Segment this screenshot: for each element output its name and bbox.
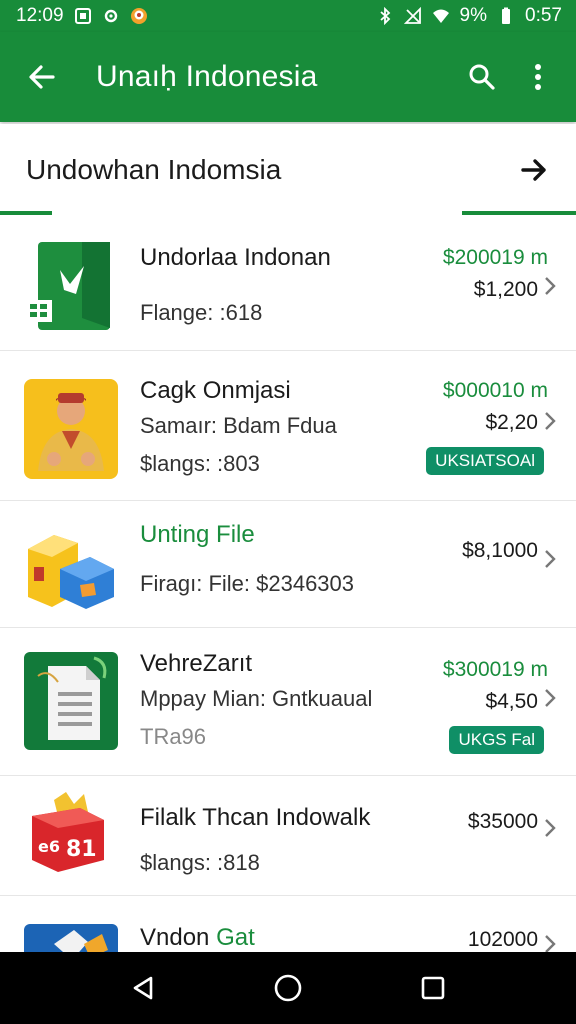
price-bottom: $35000 — [467, 810, 538, 833]
price-top: $200019 m — [442, 246, 548, 269]
item-price: $35000 — [468, 810, 548, 834]
chevron-right-icon — [545, 819, 556, 837]
back-button[interactable] — [22, 57, 62, 97]
price-bottom: 102000 — [467, 928, 538, 951]
chevron-right-icon — [545, 277, 556, 295]
app-bar: Unaıḥ Indonesia — [0, 32, 576, 122]
item-price: $8,1000 — [462, 539, 548, 563]
bluetooth-icon — [379, 7, 390, 25]
item-text: Undorlaa Indonan Flange: :618 — [140, 244, 426, 326]
item-price: 102000 — [468, 928, 548, 952]
avatar-icon — [130, 8, 147, 24]
nav-recents-icon — [422, 976, 445, 1000]
nav-home-button[interactable] — [264, 964, 312, 1012]
item-name: Filalk Thcan Indowalk — [140, 804, 371, 831]
item-name: Unting File — [140, 521, 255, 548]
price-top: $300019 m — [442, 658, 548, 681]
item-name-part1: Vndon — [140, 924, 210, 951]
arrow-back-icon — [29, 65, 55, 89]
item-detail: Mppay Mian: Gntkuaual — [140, 686, 373, 711]
item-name-part2: Gat — [209, 924, 255, 951]
item-name: Cagk Onmjasi — [140, 377, 291, 404]
boxes-icon — [28, 535, 114, 609]
status-time-left: 12:09 — [16, 5, 64, 26]
nav-back-button[interactable] — [119, 964, 167, 1012]
item-detail: Samaır: Bdam Fdua — [140, 413, 337, 438]
nav-back-icon — [133, 976, 152, 1000]
item-text: Filalk Thcan Indowalk $langs: :818 — [140, 804, 426, 876]
status-time-right: 0:57 — [525, 5, 562, 26]
price-bottom: $2,20 — [485, 411, 538, 434]
item-price: $300019 m $4,50 UKGS Fal — [443, 658, 548, 754]
more-options-button[interactable] — [514, 53, 562, 101]
red-box-icon: e6 81 — [32, 792, 104, 872]
item-name: Vndon Gat — [140, 924, 426, 952]
status-left: 12:09 — [16, 5, 148, 27]
list-item[interactable]: Cagk Onmjasi Samaır: Bdam Fdua $langs: :… — [0, 351, 576, 501]
item-name: VehreZarıt — [140, 650, 253, 677]
screenshot-icon — [74, 8, 91, 24]
item-price: $000010 m $2,20 UKSIATSOAl — [426, 379, 548, 475]
app-title: Unaıḥ Indonesia — [96, 60, 318, 93]
arrow-forward-icon — [521, 159, 546, 181]
item-text: Cagk Onmjasi Samaır: Bdam Fdua $langs: :… — [140, 377, 426, 477]
item-detail: $langs: :818 — [140, 850, 260, 875]
tab-indicator-right — [462, 211, 576, 215]
status-badge: UKSIATSOAl — [426, 447, 544, 475]
price-top: $000010 m — [442, 379, 548, 402]
search-button[interactable] — [458, 53, 506, 101]
chevron-right-icon — [545, 935, 556, 952]
status-bar: 12:09 9% 0:57 — [0, 0, 576, 32]
item-list: Undorlaa Indonan Flange: :618 $200019 m … — [0, 216, 576, 952]
sub-header-title: Undowhan Indomsia — [26, 154, 282, 185]
search-icon — [469, 64, 495, 90]
nav-recents-button[interactable] — [409, 964, 457, 1012]
chevron-right-icon — [545, 689, 556, 707]
item-name: Undorlaa Indonan — [140, 244, 331, 271]
price-bottom: $1,200 — [473, 278, 538, 301]
no-signal-icon — [403, 7, 421, 24]
chevron-right-icon — [545, 412, 556, 430]
file-document-icon — [24, 652, 118, 750]
svg-text:e6: e6 — [38, 837, 60, 856]
more-vert-icon — [535, 64, 541, 90]
item-price: $200019 m $1,200 — [443, 246, 548, 302]
item-detail: Flange: :618 — [140, 300, 263, 325]
settings-icon — [104, 9, 117, 23]
item-text: VehreZarıt Mppay Mian: Gntkuaual TRa96 — [140, 650, 426, 750]
list-item[interactable]: Vndon Gat 102000 — [0, 896, 576, 952]
list-item[interactable]: Unting File Firagı: File: $2346303 $8,10… — [0, 501, 576, 628]
system-nav-bar — [0, 952, 576, 1024]
nav-home-icon — [274, 974, 302, 1002]
status-right: 9% 0:57 — [376, 5, 562, 27]
item-detail: Firagı: File: $2346303 — [140, 571, 355, 596]
forward-button[interactable] — [514, 150, 554, 190]
chevron-right-icon — [545, 550, 556, 568]
battery-icon — [502, 7, 511, 24]
blue-image-icon — [24, 924, 118, 952]
person-illustration-icon — [24, 379, 118, 479]
status-badge: UKGS Fal — [449, 726, 544, 754]
green-document-icon — [26, 242, 110, 330]
item-detail-2: $langs: :803 — [140, 451, 260, 476]
item-detail-2: TRa96 — [140, 724, 207, 749]
item-text: Unting File Firagı: File: $2346303 — [140, 521, 426, 597]
price-bottom: $4,50 — [485, 690, 538, 713]
item-text: Vndon Gat — [140, 924, 426, 952]
battery-percent: 9% — [459, 5, 488, 26]
list-item[interactable]: e6 81 Filalk Thcan Indowalk $langs: :818… — [0, 776, 576, 896]
sub-header[interactable]: Undowhan Indomsia — [0, 124, 576, 216]
wifi-icon — [432, 9, 449, 23]
svg-text:81: 81 — [66, 837, 97, 862]
list-item[interactable]: VehreZarıt Mppay Mian: Gntkuaual TRa96 $… — [0, 628, 576, 776]
list-item[interactable]: Undorlaa Indonan Flange: :618 $200019 m … — [0, 216, 576, 351]
tab-indicator-left — [0, 211, 52, 215]
price-bottom: $8,1000 — [462, 539, 538, 562]
